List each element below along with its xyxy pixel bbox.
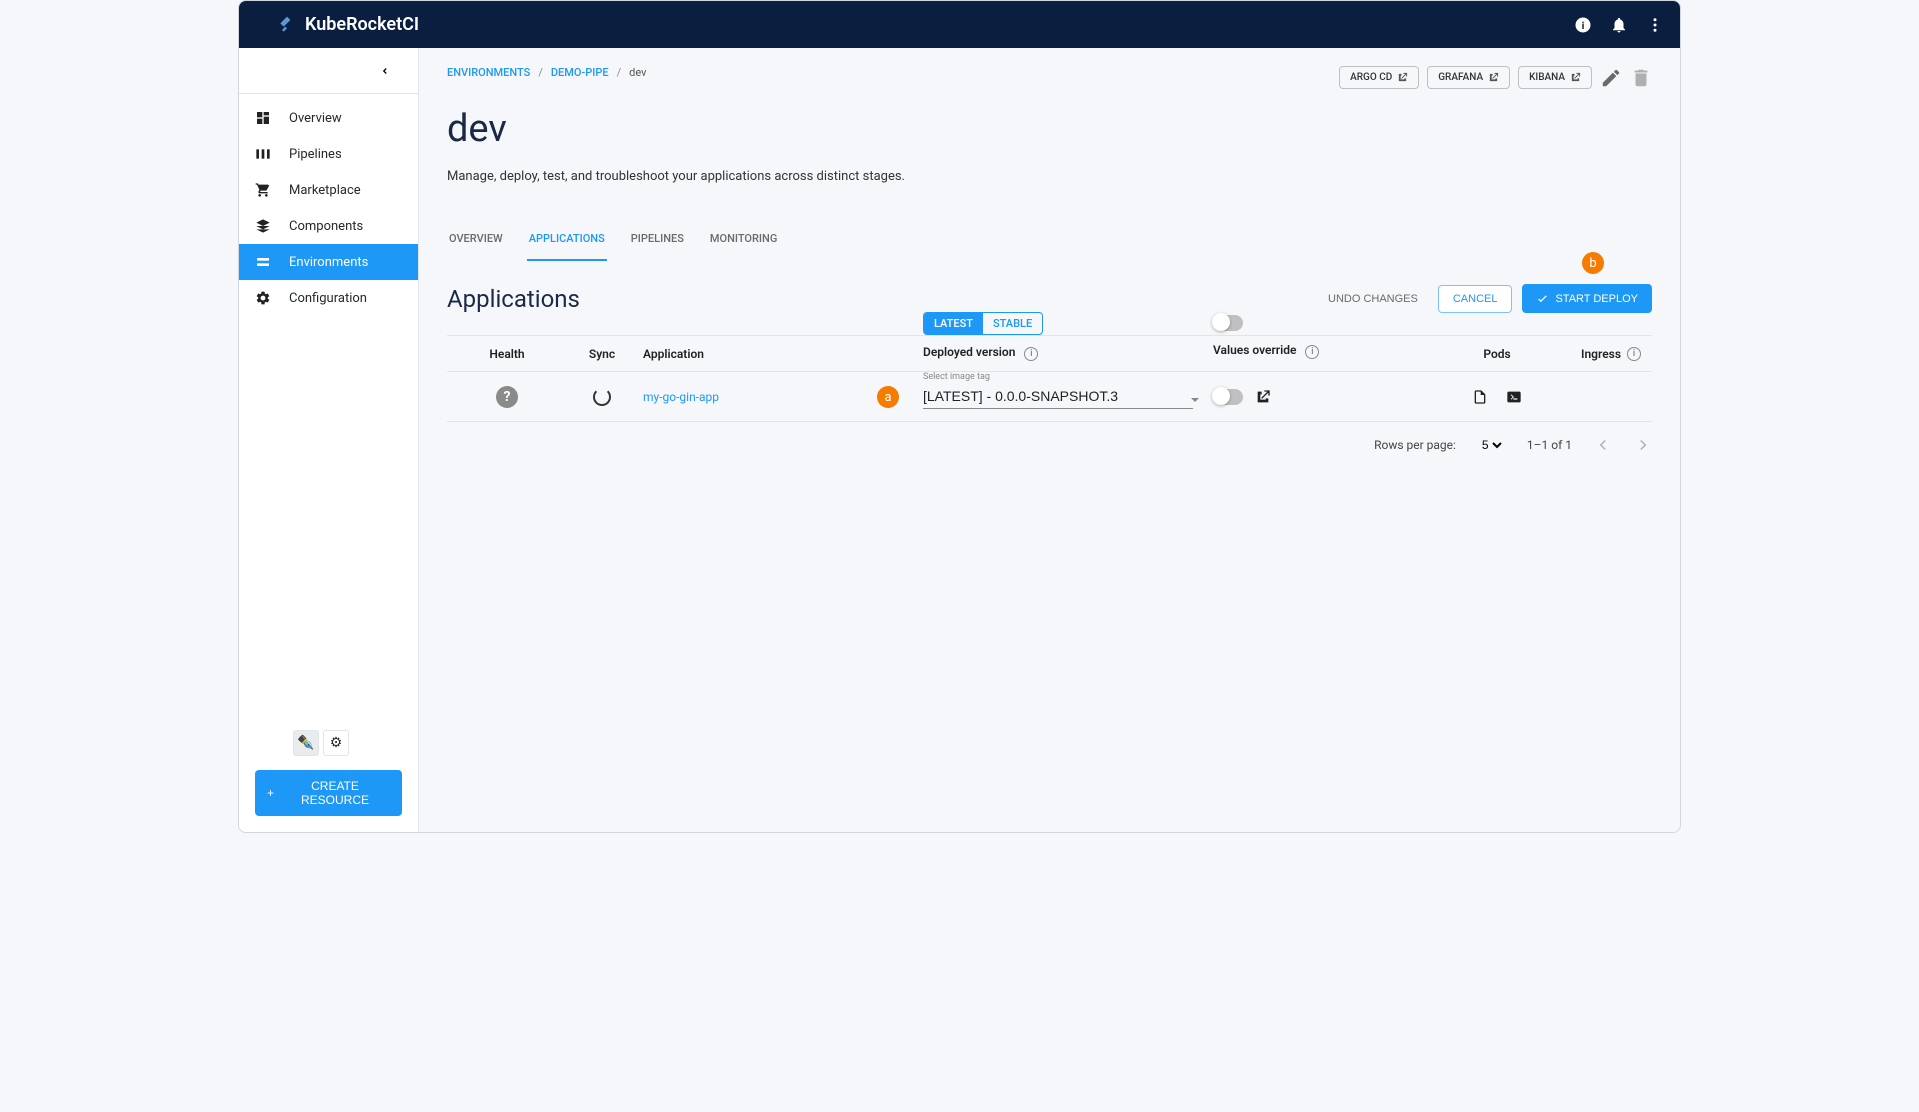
breadcrumb-environments[interactable]: ENVIRONMENTS — [447, 66, 530, 79]
table-row: ? my-go-gin-app a Select image tag — [447, 372, 1652, 422]
pagination-range: 1–1 of 1 — [1527, 438, 1572, 452]
page-description: Manage, deploy, test, and troubleshoot y… — [447, 169, 1652, 184]
open-icon — [1488, 72, 1499, 83]
check-icon — [1536, 292, 1549, 305]
tab-monitoring[interactable]: MONITORING — [708, 224, 779, 261]
sidebar-item-marketplace[interactable]: Marketplace — [239, 172, 418, 208]
breadcrumb-pipeline[interactable]: DEMO-PIPE — [551, 66, 609, 79]
pipelines-icon — [255, 146, 271, 162]
sidebar-item-label: Environments — [289, 255, 368, 270]
bell-icon[interactable] — [1610, 16, 1628, 34]
info-icon[interactable]: i — [1305, 345, 1319, 359]
chevron-left-icon — [1594, 436, 1612, 454]
open-icon[interactable] — [1255, 389, 1271, 405]
delete-button[interactable] — [1630, 67, 1652, 89]
sidebar-item-overview[interactable]: Overview — [239, 100, 418, 136]
brand-title: KubeRocketCI — [305, 14, 419, 35]
image-tag-label: Select image tag — [923, 372, 990, 382]
breadcrumb-current: dev — [629, 66, 646, 79]
prev-page-button[interactable] — [1594, 436, 1612, 454]
image-tag-input[interactable] — [923, 384, 1193, 409]
link-kibana[interactable]: KIBANA — [1518, 66, 1592, 89]
open-icon — [1397, 72, 1408, 83]
cart-icon — [255, 182, 271, 198]
plus-icon: + — [267, 786, 274, 800]
segment-stable[interactable]: STABLE — [983, 313, 1042, 334]
segment-latest[interactable]: LATEST — [924, 313, 983, 334]
rocket-icon — [277, 15, 297, 35]
settings-gear-icon[interactable]: ⚙ — [323, 730, 349, 756]
chevron-right-icon — [1634, 436, 1652, 454]
collapse-sidebar-button[interactable] — [239, 48, 418, 94]
link-grafana[interactable]: GRAFANA — [1427, 66, 1510, 89]
sidebar-item-environments[interactable]: Environments — [239, 244, 418, 280]
section-title: Applications — [447, 285, 580, 313]
sidebar-item-label: Marketplace — [289, 183, 361, 198]
chevron-left-icon — [380, 66, 390, 76]
gear-icon — [255, 290, 271, 306]
undo-changes-button[interactable]: UNDO CHANGES — [1318, 285, 1428, 313]
open-icon — [1570, 72, 1581, 83]
col-values-override: Values override i — [1207, 349, 1427, 359]
values-override-toggle[interactable] — [1213, 389, 1243, 405]
image-tag-select[interactable]: a Select image tag — [917, 384, 1207, 409]
palette-icon[interactable]: ✒️ — [293, 730, 319, 756]
pencil-icon — [1600, 67, 1622, 89]
sidebar-item-label: Pipelines — [289, 147, 342, 162]
rows-per-page-select[interactable]: 5 — [1478, 437, 1505, 453]
col-pods: Pods — [1427, 347, 1567, 361]
terminal-icon[interactable] — [1506, 389, 1522, 405]
rows-per-page-label: Rows per page: — [1374, 438, 1456, 452]
trash-icon — [1630, 67, 1652, 89]
callout-marker-a: a — [877, 386, 899, 408]
sidebar-item-configuration[interactable]: Configuration — [239, 280, 418, 316]
col-deployed-version: LATEST STABLE Deployed version i — [917, 346, 1207, 361]
breadcrumb: ENVIRONMENTS / DEMO-PIPE / dev — [447, 66, 646, 79]
sidebar-item-label: Components — [289, 219, 363, 234]
start-deploy-button[interactable]: START DEPLOY — [1522, 284, 1652, 313]
link-argocd[interactable]: ARGO CD — [1339, 66, 1419, 89]
col-sync: Sync — [567, 347, 637, 361]
page-title: dev — [447, 107, 1652, 151]
col-ingress: Ingress i — [1567, 347, 1647, 361]
cancel-button[interactable]: CANCEL — [1438, 285, 1513, 313]
logs-icon[interactable] — [1472, 389, 1488, 405]
col-application: Application — [637, 347, 917, 361]
dashboard-icon — [255, 110, 271, 126]
sidebar-item-components[interactable]: Components — [239, 208, 418, 244]
layers-icon — [255, 218, 271, 234]
header-toggle[interactable] — [1213, 315, 1243, 331]
edit-button[interactable] — [1600, 67, 1622, 89]
sidebar-item-label: Configuration — [289, 291, 367, 306]
sync-progress-icon — [593, 388, 611, 406]
info-icon[interactable]: i — [1024, 347, 1038, 361]
next-page-button[interactable] — [1634, 436, 1652, 454]
sidebar-item-label: Overview — [289, 111, 342, 126]
application-link[interactable]: my-go-gin-app — [643, 390, 719, 404]
more-vert-icon[interactable] — [1646, 16, 1664, 34]
health-unknown-icon: ? — [496, 386, 518, 408]
sidebar-item-pipelines[interactable]: Pipelines — [239, 136, 418, 172]
create-resource-label: CREATE RESOURCE — [280, 779, 390, 807]
info-icon[interactable]: i — [1574, 16, 1592, 34]
svg-text:i: i — [1582, 18, 1585, 31]
environments-icon — [255, 254, 271, 270]
col-health: Health — [447, 347, 567, 361]
brand-logo[interactable]: KubeRocketCI — [277, 14, 419, 35]
callout-marker-b: b — [1582, 252, 1604, 274]
tab-pipelines[interactable]: PIPELINES — [629, 224, 686, 261]
create-resource-button[interactable]: + CREATE RESOURCE — [255, 770, 402, 816]
info-icon[interactable]: i — [1627, 347, 1641, 361]
tab-overview[interactable]: OVERVIEW — [447, 224, 505, 261]
tab-applications[interactable]: APPLICATIONS — [527, 224, 607, 261]
